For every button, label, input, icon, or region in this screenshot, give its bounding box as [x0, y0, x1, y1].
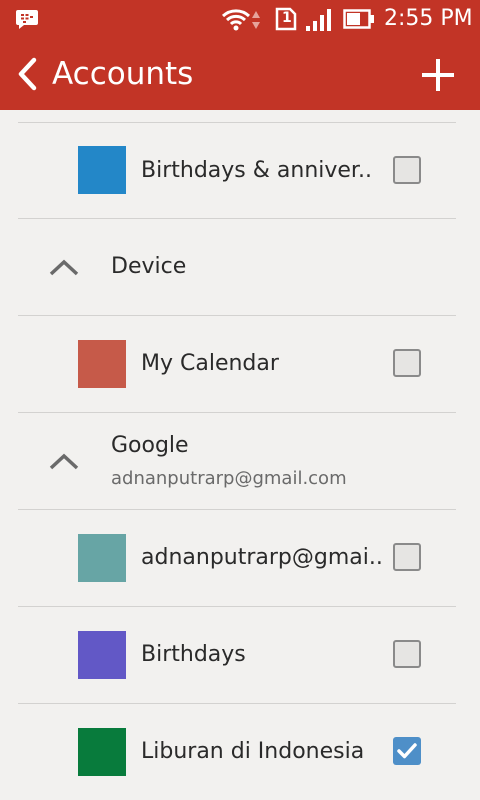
calendar-item-google-primary[interactable]: adnanputrarp@gmai.. [0, 510, 480, 606]
calendar-visibility-checkbox[interactable] [393, 349, 421, 377]
calendar-name: Liburan di Indonesia [141, 739, 365, 764]
calendar-visibility-checkbox[interactable] [393, 543, 421, 571]
sim-slot-number: 1 [282, 10, 292, 26]
chevron-up-icon[interactable] [48, 257, 80, 277]
calendar-color-swatch [78, 534, 126, 582]
status-bar: 1 2:55 PM [0, 0, 480, 38]
signal-strength-icon [306, 9, 331, 31]
page-title: Accounts [52, 56, 194, 92]
bbm-notification-icon [16, 10, 38, 29]
calendar-color-swatch [78, 631, 126, 679]
calendar-visibility-checkbox[interactable] [393, 640, 421, 668]
account-group-device[interactable]: Device [0, 219, 480, 315]
calendar-item-my-calendar[interactable]: My Calendar [0, 316, 480, 412]
calendar-color-swatch [78, 340, 126, 388]
add-account-icon[interactable] [420, 57, 456, 93]
account-email: adnanputrarp@gmail.com [111, 468, 347, 489]
data-arrows-icon [252, 11, 260, 29]
accounts-list: Birthdays & anniver.. Device My Calendar… [0, 110, 480, 800]
calendar-item-birthdays-anniversaries[interactable]: Birthdays & anniver.. [0, 123, 480, 219]
wifi-icon [221, 9, 251, 31]
back-arrow-icon[interactable] [14, 56, 42, 92]
battery-icon [343, 9, 374, 29]
calendar-name: adnanputrarp@gmai.. [141, 545, 383, 570]
calendar-name: Birthdays [141, 642, 246, 667]
calendar-color-swatch [78, 728, 126, 776]
app-bar: Accounts [0, 38, 480, 110]
checkmark-icon [397, 743, 417, 759]
calendar-visibility-checkbox[interactable] [393, 156, 421, 184]
calendar-name: My Calendar [141, 351, 279, 376]
calendar-visibility-checkbox-checked[interactable] [393, 737, 421, 765]
calendar-color-swatch [78, 146, 126, 194]
status-time: 2:55 PM [384, 6, 473, 31]
calendar-item-birthdays[interactable]: Birthdays [0, 607, 480, 703]
chevron-up-icon[interactable] [48, 451, 80, 471]
account-group-name: Device [111, 254, 187, 279]
calendar-name: Birthdays & anniver.. [141, 158, 372, 183]
calendar-item-liburan-di-indonesia[interactable]: Liburan di Indonesia [0, 704, 480, 800]
account-group-name: Google [111, 433, 189, 458]
account-group-google[interactable]: Google adnanputrarp@gmail.com [0, 413, 480, 509]
